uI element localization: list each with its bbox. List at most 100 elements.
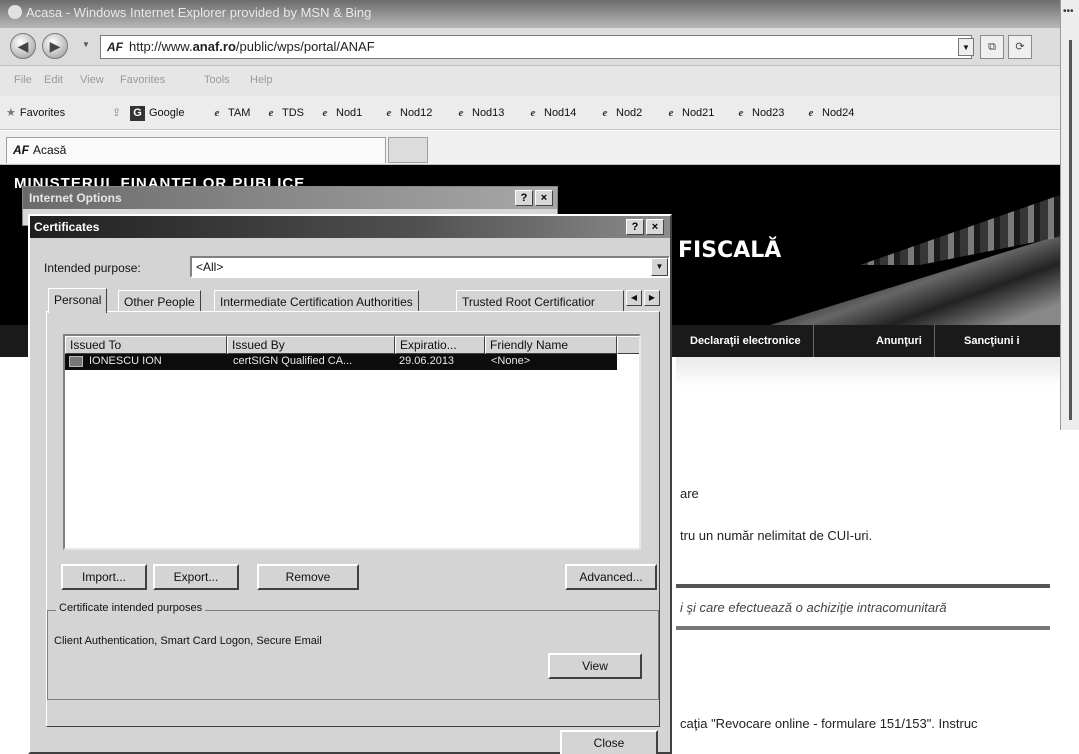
- column-expiration[interactable]: Expiratio...: [395, 336, 485, 354]
- chevron-down-icon: ▼: [962, 43, 970, 52]
- site-favicon: AF: [107, 40, 123, 54]
- favorite-label: Nod21: [682, 107, 715, 119]
- chevron-right-icon: ▶: [648, 293, 656, 302]
- internet-options-help-button[interactable]: ?: [515, 190, 533, 206]
- tab-personal[interactable]: Personal: [48, 288, 108, 313]
- certificate-list[interactable]: Issued To Issued By Expiratio... Friendl…: [63, 334, 641, 550]
- favorite-label: Nod23: [752, 107, 785, 119]
- add-favorites-icon[interactable]: ⇪: [112, 106, 121, 119]
- column-filler: [617, 336, 639, 354]
- internet-options-title-bar: Internet Options: [23, 187, 557, 209]
- ie-page-icon: e: [738, 107, 744, 119]
- tab-intermediate-ca[interactable]: Intermediate Certification Authorities: [214, 290, 419, 312]
- google-icon: G: [130, 106, 145, 121]
- menu-help[interactable]: Help: [250, 74, 273, 86]
- favorite-label: Nod14: [544, 107, 577, 119]
- cell-issued-by: certSIGN Qualified CA...: [233, 355, 353, 367]
- advanced-button[interactable]: Advanced...: [565, 564, 657, 590]
- history-dropdown-icon[interactable]: ▼: [82, 40, 90, 49]
- certificate-tabs: Personal Other People Intermediate Certi…: [48, 288, 668, 313]
- compatibility-view-button[interactable]: ⧉: [980, 35, 1004, 59]
- tab-trusted-root[interactable]: Trusted Root Certificatior: [456, 290, 624, 312]
- favorite-label: Nod1: [336, 107, 363, 119]
- favorite-nod24[interactable]: e Nod24: [804, 106, 855, 120]
- favorites-button[interactable]: ★ Favorites: [6, 106, 65, 119]
- menu-favorites[interactable]: Favorites: [120, 74, 165, 86]
- close-button[interactable]: Close: [560, 730, 658, 754]
- favorite-nod13[interactable]: e Nod13: [454, 106, 505, 120]
- menu-tools[interactable]: Tools: [204, 74, 230, 86]
- favorite-tds[interactable]: e TDS: [264, 106, 304, 120]
- forward-button[interactable]: ▶: [42, 33, 68, 59]
- site-nav-sanctiuni[interactable]: Sancţiuni i: [952, 325, 1032, 357]
- intended-purpose-label: Intended purpose:: [44, 261, 141, 275]
- site-nav-declaratii[interactable]: Declaraţii electronice: [678, 325, 814, 357]
- ie-page-icon: e: [268, 107, 274, 119]
- address-bar[interactable]: AF http://www.anaf.ro/public/wps/portal/A…: [100, 35, 972, 59]
- ie-page-icon: e: [458, 107, 464, 119]
- table-row[interactable]: IONESCU ION certSIGN Qualified CA... 29.…: [65, 354, 617, 370]
- menu-view[interactable]: View: [80, 74, 104, 86]
- favorite-nod21[interactable]: e Nod21: [664, 106, 715, 120]
- favorite-label: Nod13: [472, 107, 505, 119]
- favorite-nod1[interactable]: e Nod1: [318, 106, 363, 120]
- certificates-close-button[interactable]: ×: [646, 219, 664, 235]
- favorite-label: TAM: [228, 107, 251, 119]
- tab-other-people[interactable]: Other People: [118, 290, 201, 312]
- chevron-down-icon[interactable]: ▼: [651, 258, 668, 276]
- certificates-title: Certificates: [34, 220, 100, 234]
- certificates-help-button[interactable]: ?: [626, 219, 644, 235]
- refresh-icon: ⟳: [1015, 41, 1025, 53]
- certificates-title-bar: Certificates: [30, 216, 670, 238]
- certificate-purposes-group: Certificate intended purposes Client Aut…: [47, 602, 659, 700]
- intended-purpose-value: <All>: [196, 260, 224, 274]
- site-nav-anunturi[interactable]: Anunţuri: [864, 325, 935, 357]
- site-agency-title: FISCALĂ: [678, 238, 782, 263]
- column-issued-by[interactable]: Issued By: [227, 336, 395, 354]
- column-issued-to[interactable]: Issued To: [65, 336, 227, 354]
- favorite-tam[interactable]: e TAM: [210, 106, 251, 120]
- menu-file[interactable]: File: [14, 74, 32, 86]
- back-button[interactable]: ◀: [10, 33, 36, 59]
- refresh-button[interactable]: ⟳: [1008, 35, 1032, 59]
- cell-friendly-name: <None>: [491, 355, 531, 367]
- address-dropdown-button[interactable]: ▼: [958, 38, 974, 56]
- site-stripe: [676, 357, 1060, 387]
- certificate-purposes-text: Client Authentication, Smart Card Logon,…: [54, 635, 322, 647]
- internet-options-close-button[interactable]: ×: [535, 190, 553, 206]
- import-button[interactable]: Import...: [61, 564, 147, 590]
- export-button[interactable]: Export...: [153, 564, 239, 590]
- view-button[interactable]: View: [548, 653, 642, 679]
- back-arrow-icon: ◀: [17, 38, 29, 54]
- browser-title-bar: Acasa - Windows Internet Explorer provid…: [0, 0, 1060, 28]
- site-text-line: are: [680, 486, 699, 501]
- favorites-bar: ★ Favorites ⇪ G Google e TAM e TDS e Nod1 e No…: [0, 96, 1060, 130]
- favorite-google[interactable]: G Google: [130, 106, 184, 121]
- favorite-nod14[interactable]: e Nod14: [526, 106, 577, 120]
- site-text-line: caţia "Revocare online - formulare 151/1…: [680, 716, 978, 731]
- chevron-left-icon: ◀: [630, 293, 638, 302]
- certificate-purposes-label: Certificate intended purposes: [56, 602, 206, 614]
- tab-scroll-right-button[interactable]: ▶: [644, 290, 660, 306]
- scrollbar[interactable]: [1069, 40, 1072, 420]
- browser-tab-label: Acasă: [33, 143, 67, 157]
- favorite-nod2[interactable]: e Nod2: [598, 106, 643, 120]
- browser-tab-acasa[interactable]: AF Acasă: [6, 137, 386, 163]
- new-tab-button[interactable]: [388, 137, 428, 163]
- remove-button[interactable]: Remove: [257, 564, 359, 590]
- favorite-nod12[interactable]: e Nod12: [382, 106, 433, 120]
- address-domain: anaf.ro: [192, 39, 236, 54]
- ie-logo-icon: [8, 5, 22, 19]
- ie-page-icon: e: [668, 107, 674, 119]
- favorite-nod23[interactable]: e Nod23: [734, 106, 785, 120]
- column-friendly-name[interactable]: Friendly Name: [485, 336, 617, 354]
- ie-page-icon: e: [602, 107, 608, 119]
- ie-page-icon: e: [322, 107, 328, 119]
- site-text-line: i şi care efectuează o achiziţie intraco…: [680, 600, 947, 615]
- site-favicon: AF: [13, 143, 29, 157]
- site-text-line: tru un număr nelimitat de CUI-uri.: [680, 528, 873, 543]
- tab-scroll-left-button[interactable]: ◀: [626, 290, 642, 306]
- intended-purpose-select[interactable]: <All> ▼: [190, 256, 670, 278]
- menu-edit[interactable]: Edit: [44, 74, 63, 86]
- cell-issued-to: IONESCU ION: [89, 355, 162, 367]
